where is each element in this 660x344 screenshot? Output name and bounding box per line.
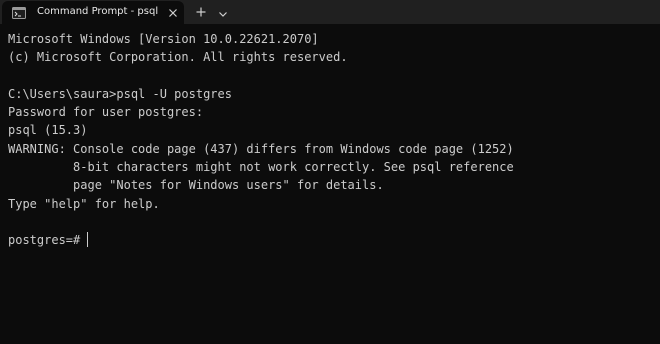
- terminal-line: 8-bit characters might not work correctl…: [8, 160, 514, 175]
- prompt-line[interactable]: postgres=#: [8, 231, 660, 249]
- terminal-line: psql (15.3): [8, 123, 88, 138]
- terminal-line: (c) Microsoft Corporation. All rights re…: [8, 50, 348, 65]
- terminal-icon: [12, 6, 26, 19]
- plus-icon[interactable]: [195, 5, 207, 17]
- terminal-line: Type "help" for help.: [8, 196, 160, 211]
- close-icon[interactable]: [167, 6, 179, 18]
- terminal-output[interactable]: Microsoft Windows [Version 10.0.22621.20…: [0, 24, 660, 344]
- terminal-line: C:\Users\saura>psql -U postgres: [8, 86, 232, 101]
- terminal-line: WARNING: Console code page (437) differs…: [8, 141, 514, 156]
- chevron-down-icon[interactable]: [218, 6, 228, 17]
- text-cursor: [87, 232, 89, 248]
- terminal-line: Microsoft Windows [Version 10.0.22621.20…: [8, 32, 319, 46]
- terminal-window: Command Prompt - psql -U p Microsoft Win…: [0, 0, 660, 344]
- terminal-line: Password for user postgres:: [8, 105, 204, 120]
- tab-title: Command Prompt - psql -U p: [37, 6, 159, 17]
- tab-bar: Command Prompt - psql -U p: [0, 0, 660, 24]
- prompt-text: postgres=#: [8, 233, 88, 248]
- terminal-line: page "Notes for Windows users" for detai…: [8, 178, 384, 193]
- tab-command-prompt[interactable]: Command Prompt - psql -U p: [2, 1, 184, 24]
